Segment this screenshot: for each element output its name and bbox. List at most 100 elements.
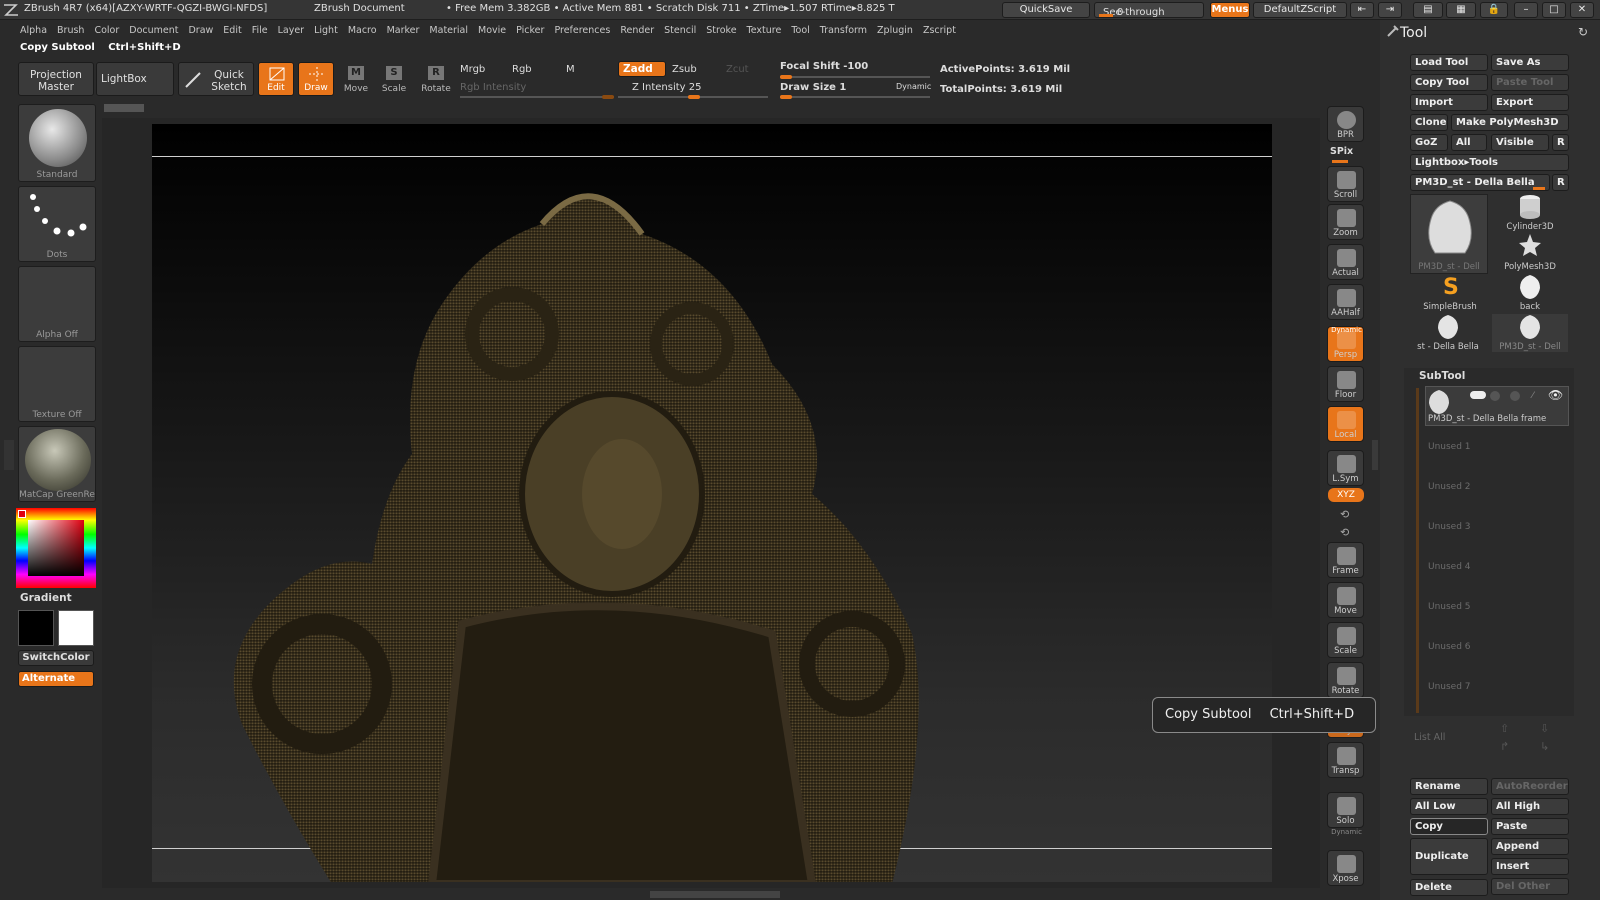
main-color-swatch[interactable] [18, 610, 54, 646]
alternate-button[interactable]: Alternate [18, 671, 94, 687]
import-button[interactable]: Import [1410, 94, 1488, 111]
move-up-arrow-icon[interactable]: ⇧ [1500, 722, 1509, 735]
see-through-slider[interactable]: See-through 0 [1094, 2, 1204, 18]
layout-icon[interactable]: ▤ [1413, 2, 1443, 18]
right-tray-toggle[interactable] [1372, 440, 1378, 470]
insert-button[interactable]: Insert [1491, 858, 1569, 875]
subtool-unused-slot[interactable]: Unused 2 [1428, 482, 1471, 492]
frame-button[interactable]: Frame [1327, 542, 1364, 578]
quicksave-button[interactable]: QuickSave [1002, 2, 1090, 18]
tray-left-icon[interactable]: ⇤ [1350, 2, 1374, 18]
scale-button[interactable]: Scale [1327, 622, 1364, 658]
current-tool-slider[interactable]: PM3D_st - Della Bella [1410, 174, 1550, 191]
duplicate-button[interactable]: Duplicate [1410, 838, 1488, 875]
arrow-curl-right-icon[interactable]: ↳ [1540, 740, 1549, 753]
color-square[interactable] [28, 520, 84, 576]
stroke-selector[interactable]: Dots [18, 186, 96, 262]
menu-color[interactable]: Color [94, 22, 119, 40]
delete-button[interactable]: Delete [1410, 879, 1488, 896]
move-mode-button[interactable]: M Move [338, 62, 374, 96]
viewport-canvas[interactable] [152, 124, 1272, 882]
tool-thumb-della-bella[interactable]: st - Della Bella [1410, 314, 1486, 352]
minimize-icon[interactable]: – [1514, 2, 1538, 18]
zsub-button[interactable]: Zsub [672, 64, 697, 75]
tool-thumb-simplebrush[interactable]: S SimpleBrush [1412, 274, 1488, 312]
lsym-button[interactable]: L.Sym [1327, 450, 1364, 486]
maximize-icon[interactable]: □ [1542, 2, 1566, 18]
layout-alt-icon[interactable]: ▦ [1446, 2, 1476, 18]
menu-render[interactable]: Render [620, 22, 654, 40]
lightbox-button[interactable]: LightBox [96, 62, 174, 96]
make-polymesh-button[interactable]: Make PolyMesh3D [1451, 114, 1569, 131]
menus-button[interactable]: Menus [1210, 2, 1250, 18]
menu-macro[interactable]: Macro [348, 22, 377, 40]
zcut-button[interactable]: Zcut [726, 64, 749, 75]
menu-document[interactable]: Document [129, 22, 178, 40]
rgb-button[interactable]: Rgb [512, 64, 532, 75]
subtool-dynamic-icon[interactable] [1510, 391, 1520, 401]
paste-subtool-button[interactable]: Paste [1491, 818, 1569, 835]
subtool-unused-slot[interactable]: Unused 5 [1428, 602, 1471, 612]
menu-stroke[interactable]: Stroke [706, 22, 736, 40]
menu-light[interactable]: Light [314, 22, 338, 40]
menu-picker[interactable]: Picker [516, 22, 544, 40]
subtool-paint-icon[interactable] [1490, 391, 1500, 401]
scroll-button[interactable]: Scroll [1327, 166, 1364, 202]
xyz-symmetry-button[interactable]: XYZ [1328, 488, 1364, 502]
gradient-label[interactable]: Gradient [20, 592, 72, 604]
texture-selector[interactable]: Texture Off [18, 346, 96, 422]
left-tray-toggle[interactable] [4, 440, 14, 470]
menu-zscript[interactable]: Zscript [923, 22, 956, 40]
subtool-title[interactable]: SubTool [1419, 370, 1465, 382]
subtool-unused-slot[interactable]: Unused 4 [1428, 562, 1471, 572]
rgb-intensity-slider[interactable]: Rgb Intensity [460, 82, 526, 93]
subtool-brush-icon[interactable]: ⁄ [1532, 391, 1544, 401]
menu-material[interactable]: Material [429, 22, 468, 40]
menu-alpha[interactable]: Alpha [20, 22, 47, 40]
m-button[interactable]: M [566, 64, 575, 75]
floor-button[interactable]: Floor [1327, 366, 1364, 402]
spix-slider[interactable]: SPix [1330, 146, 1353, 157]
auto-reorder-button[interactable]: AutoReorder [1491, 778, 1569, 795]
menu-brush[interactable]: Brush [57, 22, 84, 40]
subtool-unused-slot[interactable]: Unused 7 [1428, 682, 1471, 692]
quick-sketch-button[interactable]: Quick Sketch [178, 62, 254, 96]
menu-zplugin[interactable]: Zplugin [877, 22, 913, 40]
subtool-unused-slot[interactable]: Unused 6 [1428, 642, 1471, 652]
goz-visible-button[interactable]: Visible [1491, 134, 1549, 151]
tool-thumb-polymesh[interactable]: PolyMesh3D [1492, 234, 1568, 272]
aahalf-button[interactable]: AAHalf [1327, 284, 1364, 320]
clone-button[interactable]: Clone [1410, 114, 1448, 131]
transp-button[interactable]: Transp [1327, 742, 1364, 778]
z-intensity-slider[interactable]: Z Intensity 25 [632, 82, 701, 93]
draw-size-slider[interactable]: Draw Size 1 [780, 82, 846, 93]
export-button[interactable]: Export [1491, 94, 1569, 111]
menu-tool[interactable]: Tool [791, 22, 809, 40]
menu-layer[interactable]: Layer [278, 22, 305, 40]
goz-button[interactable]: GoZ [1410, 134, 1448, 151]
xpose-button[interactable]: Xpose [1327, 850, 1364, 886]
tool-thumb-back[interactable]: back [1492, 274, 1568, 312]
subtool-poly-toggle-icon[interactable] [1470, 391, 1486, 399]
close-icon[interactable]: ✕ [1570, 2, 1594, 18]
secondary-color-swatch[interactable] [58, 610, 94, 646]
zoom-button[interactable]: Zoom [1327, 204, 1364, 240]
subtool-unused-slot[interactable]: Unused 1 [1428, 442, 1471, 452]
left-tray-handle[interactable] [104, 104, 144, 112]
zadd-button[interactable]: Zadd [618, 61, 666, 77]
local-button[interactable]: Local [1327, 406, 1364, 442]
scale-mode-button[interactable]: S Scale [376, 62, 412, 96]
paste-tool-button[interactable]: Paste Tool [1491, 74, 1569, 91]
menu-movie[interactable]: Movie [478, 22, 506, 40]
all-low-button[interactable]: All Low [1410, 798, 1488, 815]
default-zscript-button[interactable]: DefaultZScript [1253, 2, 1347, 18]
menu-edit[interactable]: Edit [223, 22, 241, 40]
tool-reset-icon[interactable]: ↻ [1578, 25, 1588, 39]
current-tool-r-button[interactable]: R [1552, 174, 1569, 191]
tool-pin-icon[interactable] [1386, 24, 1400, 38]
list-all-button[interactable]: List All [1414, 732, 1445, 743]
edit-mode-button[interactable]: Edit [258, 62, 294, 96]
focal-shift-slider[interactable]: Focal Shift -100 [780, 61, 868, 72]
rotate-y-icon[interactable]: ⟲ [1340, 508, 1349, 521]
menu-marker[interactable]: Marker [387, 22, 420, 40]
